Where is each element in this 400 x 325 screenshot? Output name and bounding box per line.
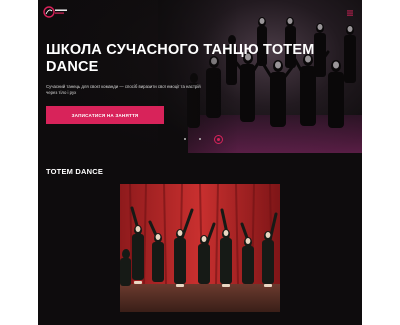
- hero-section: ШКОЛА СУЧАСНОГО ТАНЦЮ TOTEM DANCE Сучасн…: [38, 0, 362, 153]
- signup-button[interactable]: ЗАПИСАТИСЯ НА ЗАНЯТТЯ: [46, 106, 164, 124]
- section-title: TOTEM DANCE: [46, 167, 104, 176]
- hero-subtitle: Сучасний танець для своєї команди — спос…: [46, 84, 201, 95]
- slider-dots: [184, 134, 223, 144]
- hero-overlay: [38, 0, 238, 153]
- slider-dot-active[interactable]: [214, 134, 223, 144]
- page: ШКОЛА СУЧАСНОГО ТАНЦЮ TOTEM DANCE Сучасн…: [38, 0, 362, 325]
- slider-dot[interactable]: [199, 138, 201, 140]
- logo[interactable]: [43, 5, 69, 19]
- menu-icon[interactable]: [346, 9, 354, 17]
- stage-performance-image: [120, 184, 280, 312]
- slider-dot[interactable]: [184, 138, 186, 140]
- hero-title: ШКОЛА СУЧАСНОГО ТАНЦЮ TOTEM DANCE: [46, 42, 315, 75]
